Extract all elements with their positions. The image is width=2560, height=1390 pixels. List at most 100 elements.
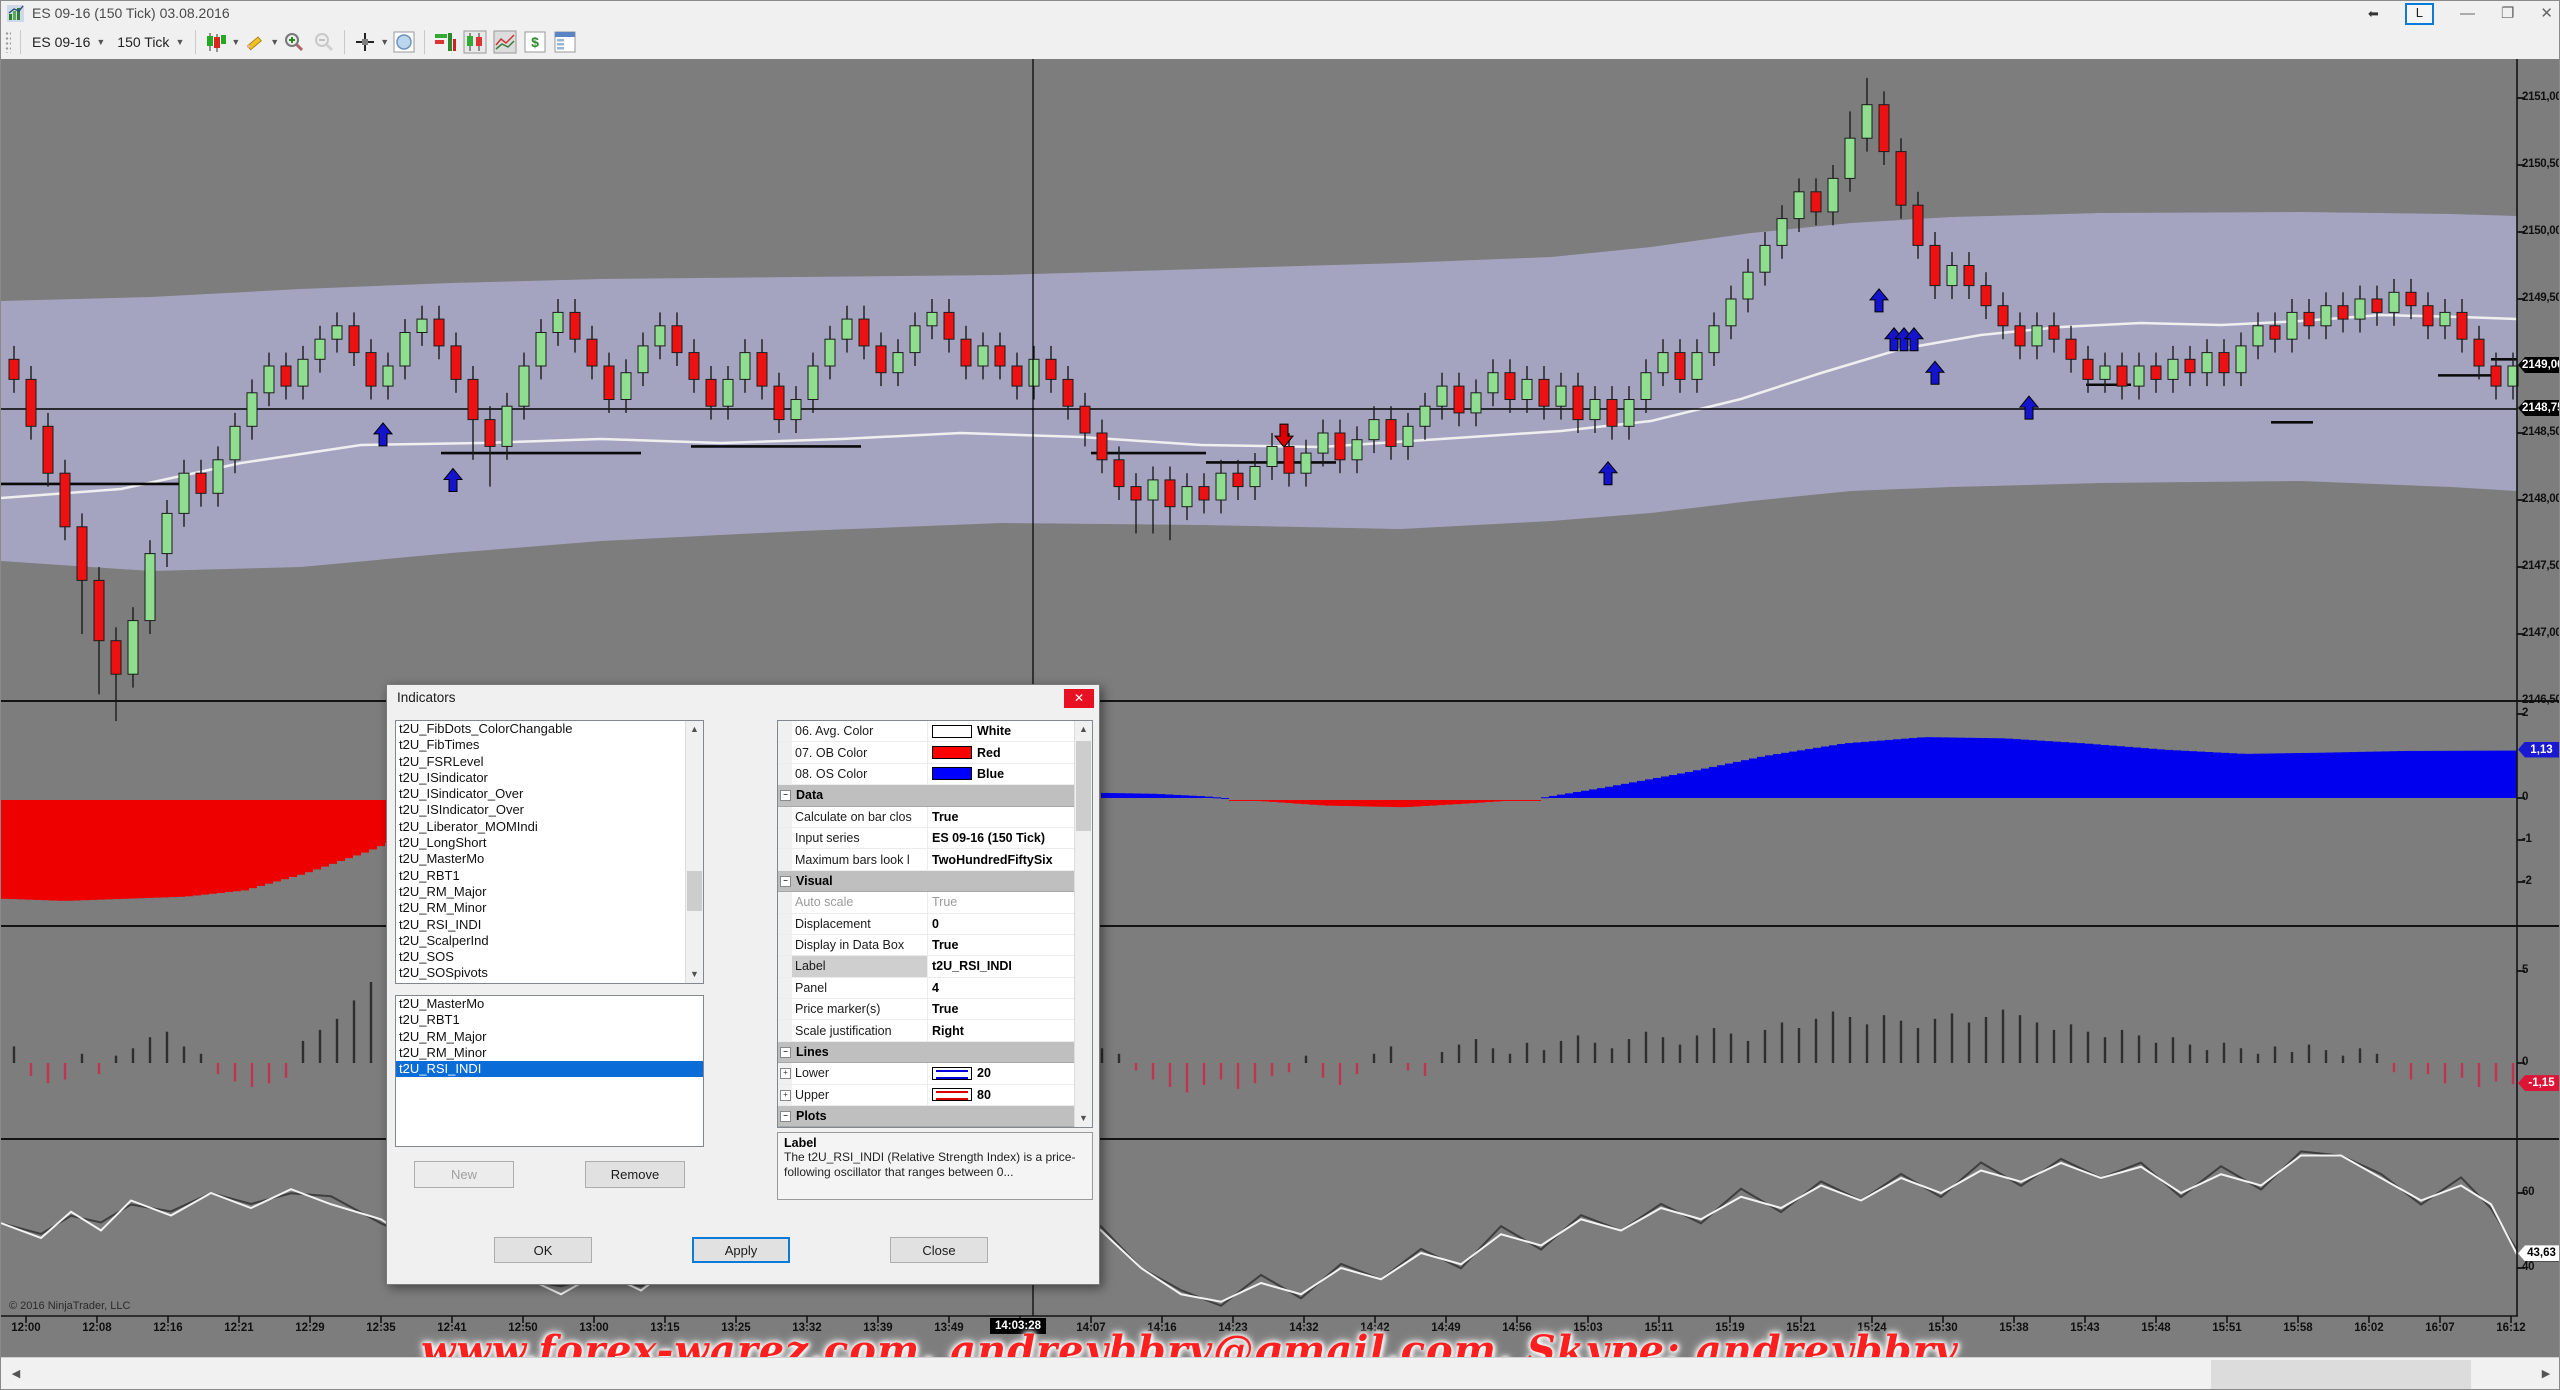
property-row[interactable]: Panel4 xyxy=(778,978,1092,999)
list-item[interactable]: t2U_RM_Major xyxy=(396,1029,703,1045)
scroll-down-icon[interactable]: ▼ xyxy=(1075,1110,1092,1127)
horizontal-scrollbar[interactable]: ◀ ▶ xyxy=(1,1357,2560,1390)
ok-button[interactable]: OK xyxy=(494,1237,592,1263)
property-row[interactable]: Auto scaleTrue xyxy=(778,892,1092,913)
list-scrollbar[interactable]: ▲▼ xyxy=(1074,721,1092,1127)
list-item[interactable]: t2U_RM_Minor xyxy=(396,900,703,916)
collapse-icon[interactable]: − xyxy=(780,1111,791,1122)
list-item[interactable]: t2U_SOSpivots xyxy=(396,965,703,981)
collapse-icon[interactable]: − xyxy=(780,876,791,887)
instrument-dropdown[interactable]: ES 09-16▼ xyxy=(26,32,111,52)
scroll-right-icon[interactable]: ▶ xyxy=(2531,1358,2560,1390)
close-dialog-button[interactable]: Close xyxy=(890,1237,988,1263)
list-item[interactable]: t2U_MasterMo xyxy=(396,851,703,867)
list-item[interactable]: t2U_FSRLevel xyxy=(396,754,703,770)
property-group-row[interactable]: −Visual xyxy=(778,871,1092,892)
dialog-title-bar[interactable]: Indicators ✕ xyxy=(387,685,1099,711)
title-bar[interactable]: ES 09-16 (150 Tick) 03.08.2016 ⬅ L — ❐ ✕ xyxy=(1,1,2559,25)
list-item[interactable]: t2U_RM_Major xyxy=(396,884,703,900)
regions-icon[interactable] xyxy=(492,29,518,55)
chevron-down-icon[interactable]: ▼ xyxy=(270,37,279,47)
property-row[interactable]: +Lower20 xyxy=(778,1063,1092,1084)
property-group-row[interactable]: −Lines xyxy=(778,1042,1092,1063)
property-row[interactable]: Calculate on bar closTrue xyxy=(778,807,1092,828)
list-item[interactable]: t2U_ISindicator xyxy=(396,770,703,786)
list-item[interactable]: t2U_RBT1 xyxy=(396,1012,703,1028)
dialog-close-icon[interactable]: ✕ xyxy=(1064,689,1094,708)
scrollbar-thumb[interactable] xyxy=(1076,741,1091,831)
restore-button[interactable]: ❐ xyxy=(2501,5,2514,23)
toolbar-grip[interactable] xyxy=(5,31,11,53)
list-item[interactable]: t2U_RSI_INDI xyxy=(396,1061,703,1077)
property-row[interactable]: Labelt2U_RSI_INDI xyxy=(778,956,1092,977)
list-item[interactable]: t2U_Liberator_MOMIndi xyxy=(396,819,703,835)
available-indicators-list[interactable]: t2U_FibDots_ColorChangablet2U_FibTimest2… xyxy=(395,720,704,984)
chart-overview-icon[interactable] xyxy=(391,29,417,55)
list-item[interactable]: t2U_RM_Minor xyxy=(396,1045,703,1061)
scroll-up-icon[interactable]: ▲ xyxy=(686,721,703,738)
axis-tick-label: 2148,00 xyxy=(2522,493,2560,505)
list-item[interactable]: t2U_FibDots_ColorChangable xyxy=(396,721,703,737)
property-row[interactable]: Displacement0 xyxy=(778,914,1092,935)
property-group-row[interactable]: −Plots xyxy=(778,1106,1092,1127)
list-scrollbar[interactable]: ▲▼ xyxy=(685,721,703,983)
list-item[interactable]: t2U_RSI_INDI xyxy=(396,917,703,933)
indicator-properties-grid[interactable]: 06. Avg. ColorWhite07. OB ColorRed08. OS… xyxy=(777,720,1093,1128)
expand-icon[interactable]: + xyxy=(780,1090,791,1101)
watermark-text: www.forex-warez.com, andreybbrv@gmail.co… xyxy=(421,1327,2141,1357)
list-item[interactable]: t2U_FibTimes xyxy=(396,737,703,753)
property-row[interactable]: Scale justificationRight xyxy=(778,1020,1092,1041)
property-row[interactable]: +AvgLine; Solid; 1px xyxy=(778,1127,1092,1128)
close-button[interactable]: ✕ xyxy=(2540,5,2553,23)
property-row[interactable]: 08. OS ColorBlue xyxy=(778,764,1092,785)
property-row[interactable]: 07. OB ColorRed xyxy=(778,742,1092,763)
interval-dropdown[interactable]: 150 Tick▼ xyxy=(111,32,190,52)
scrollbar-thumb[interactable] xyxy=(687,871,702,911)
remove-button[interactable]: Remove xyxy=(585,1161,685,1188)
zoom-in-icon[interactable] xyxy=(281,29,307,55)
chevron-down-icon[interactable]: ▼ xyxy=(231,37,240,47)
zoom-out-icon[interactable] xyxy=(311,29,337,55)
list-item[interactable]: t2U_RBT1 xyxy=(396,868,703,884)
chart-area[interactable]: 2151,002150,502150,002149,502148,502148,… xyxy=(1,59,2560,1357)
property-row[interactable]: Display in Data BoxTrue xyxy=(778,935,1092,956)
chart-type-icon[interactable] xyxy=(462,29,488,55)
property-row[interactable]: 06. Avg. ColorWhite xyxy=(778,721,1092,742)
list-item[interactable]: t2U_ISindicator_Over xyxy=(396,786,703,802)
list-item[interactable]: t2U_LongShort xyxy=(396,835,703,851)
crosshair-icon[interactable] xyxy=(352,29,378,55)
list-item[interactable]: t2U_ScalperInd xyxy=(396,933,703,949)
list-item[interactable]: t2U_ISIndicator_Over xyxy=(396,802,703,818)
new-button[interactable]: New xyxy=(414,1161,514,1188)
time-tick-label: 15:51 xyxy=(2204,1322,2250,1334)
link-button[interactable]: L xyxy=(2405,3,2434,25)
list-item[interactable]: t2U_MasterMo xyxy=(396,996,703,1012)
databox-icon[interactable] xyxy=(552,29,578,55)
minimize-button[interactable]: — xyxy=(2460,5,2475,23)
property-row[interactable]: Price marker(s)True xyxy=(778,999,1092,1020)
indicators-icon[interactable] xyxy=(432,29,458,55)
collapse-icon[interactable]: − xyxy=(780,790,791,801)
chevron-down-icon[interactable]: ▼ xyxy=(380,37,389,47)
chart-style-icon[interactable] xyxy=(203,29,229,55)
account-icon[interactable]: $ xyxy=(522,29,548,55)
property-row[interactable]: Maximum bars look lTwoHundredFiftySix xyxy=(778,849,1092,870)
property-group-row[interactable]: −Data xyxy=(778,785,1092,806)
scroll-up-icon[interactable]: ▲ xyxy=(1075,721,1092,738)
pin-icon[interactable]: ⬅ xyxy=(2368,6,2379,22)
expand-icon[interactable]: + xyxy=(780,1068,791,1079)
configured-indicators-list[interactable]: t2U_MasterMot2U_RBT1t2U_RM_Majort2U_RM_M… xyxy=(395,995,704,1147)
apply-button[interactable]: Apply xyxy=(692,1237,790,1263)
scroll-left-icon[interactable]: ◀ xyxy=(1,1358,31,1390)
indicators-dialog: Indicators ✕ t2U_FibDots_ColorChangablet… xyxy=(386,684,1100,1285)
price-chart-canvas[interactable] xyxy=(1,59,2560,1357)
collapse-icon[interactable]: − xyxy=(780,1047,791,1058)
price-marker-badge: -1,15 xyxy=(2518,1075,2560,1091)
list-item[interactable]: t2U_SOS xyxy=(396,949,703,965)
scroll-down-icon[interactable]: ▼ xyxy=(686,966,703,983)
property-row[interactable]: Input seriesES 09-16 (150 Tick) xyxy=(778,828,1092,849)
axis-tick-label: 0 xyxy=(2522,1056,2528,1068)
drawing-tools-icon[interactable] xyxy=(242,29,268,55)
scrollbar-thumb[interactable] xyxy=(2211,1360,2471,1389)
property-row[interactable]: +Upper80 xyxy=(778,1085,1092,1106)
